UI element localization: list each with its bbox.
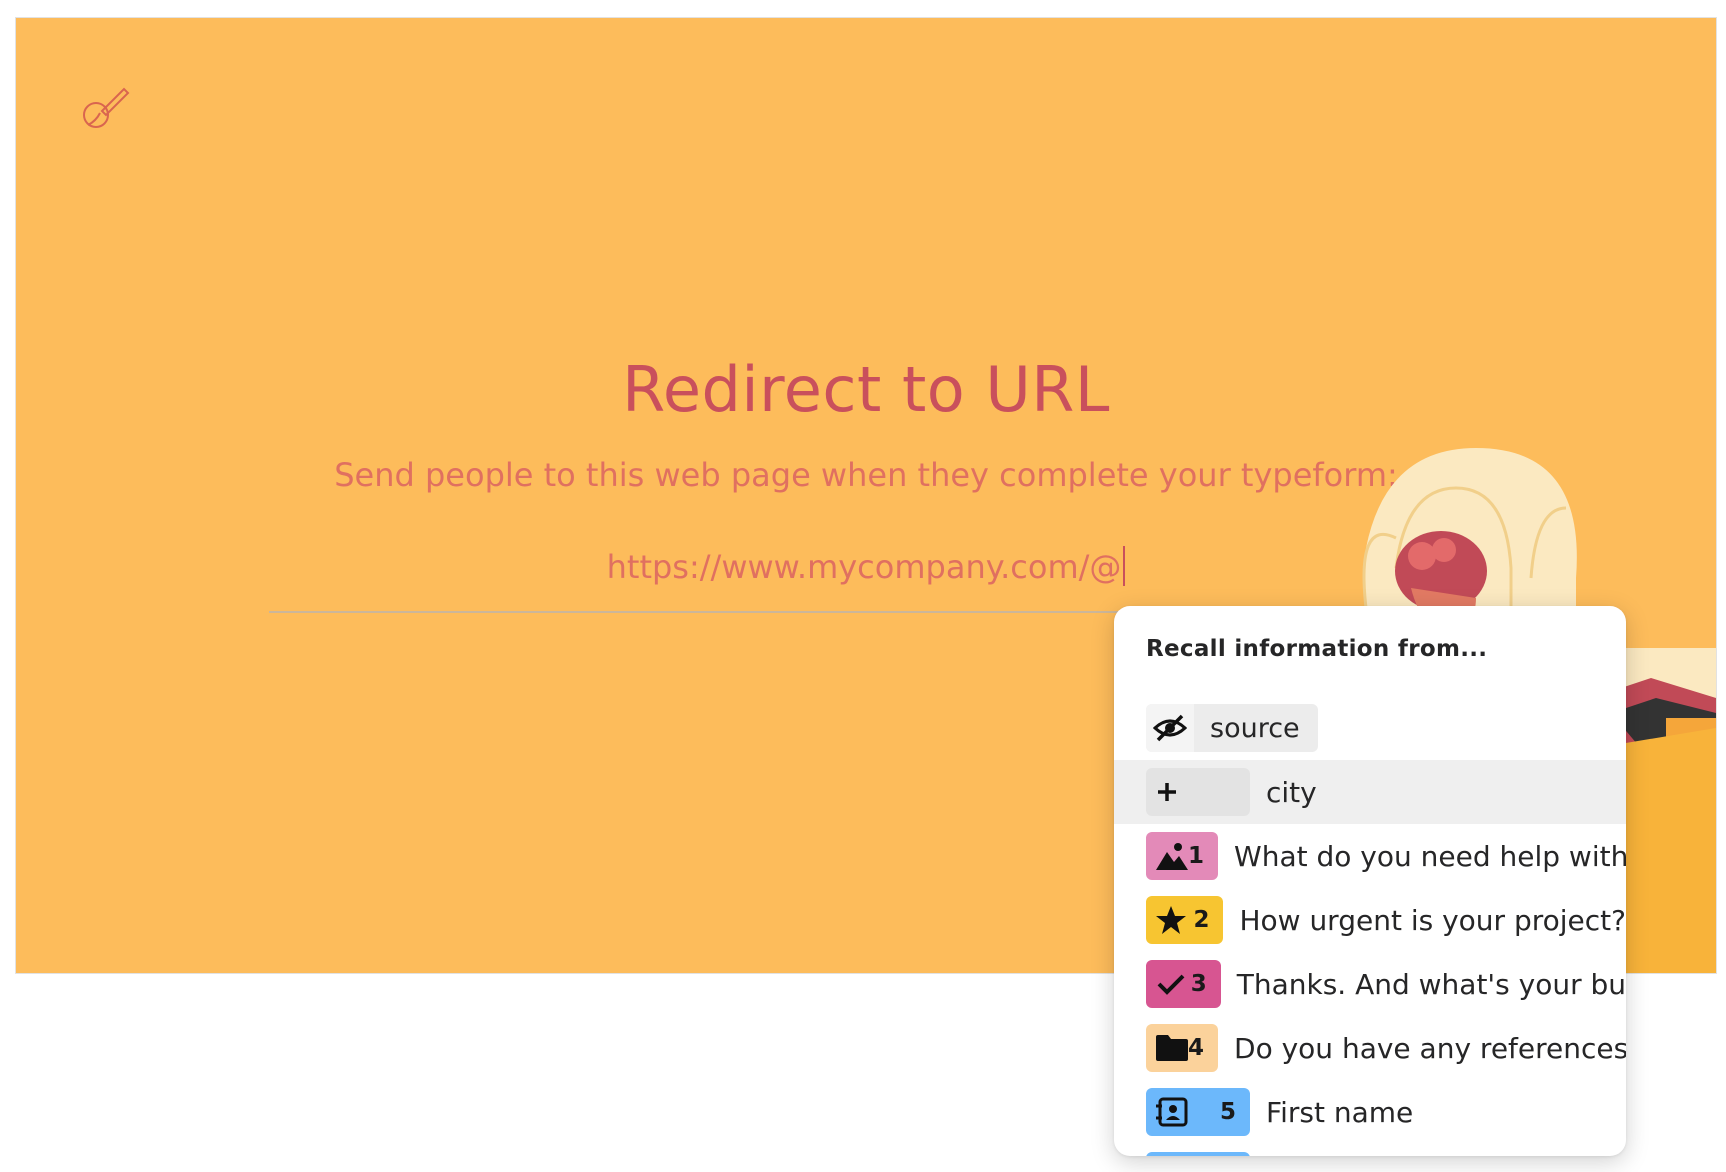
option-label: city xyxy=(1266,775,1317,809)
option-number: 2 xyxy=(1193,907,1210,933)
recall-option-question-5[interactable]: 5 First name xyxy=(1114,1080,1626,1144)
recall-option-question-3[interactable]: 3 Thanks. And what's your bu xyxy=(1114,952,1626,1016)
eye-slash-icon xyxy=(1146,704,1194,752)
recall-dropdown: Recall information from... source city 1… xyxy=(1114,606,1626,1156)
option-badge: 5 xyxy=(1146,1088,1250,1136)
recall-option-source[interactable]: source xyxy=(1114,696,1626,760)
option-badge xyxy=(1146,768,1250,816)
recall-option-city[interactable]: city xyxy=(1114,760,1626,824)
plus-icon xyxy=(1156,781,1178,803)
option-label: Do you have any references xyxy=(1234,1031,1626,1065)
dropdown-header: Recall information from... xyxy=(1146,636,1488,662)
option-badge: 1 xyxy=(1146,832,1219,880)
option-badge: 4 xyxy=(1146,1024,1219,1072)
option-label: What do you need help with xyxy=(1234,839,1626,873)
url-value: https://www.mycompany.com/@ xyxy=(606,548,1122,586)
recall-options-list: source city 1 What do you need help with xyxy=(1114,696,1626,1156)
recall-option-question-2[interactable]: 2 How urgent is your project? xyxy=(1114,888,1626,952)
source-pill: source xyxy=(1146,704,1318,752)
option-number: 3 xyxy=(1190,971,1207,997)
option-label: Thanks. And what's your bu xyxy=(1236,967,1626,1001)
recall-option-question-1[interactable]: 1 What do you need help with xyxy=(1114,824,1626,888)
option-badge: 3 xyxy=(1146,960,1221,1008)
image-icon xyxy=(1156,842,1188,870)
option-number: 1 xyxy=(1188,843,1205,869)
option-badge xyxy=(1146,1152,1250,1156)
folder-icon xyxy=(1156,1035,1188,1061)
page-title: Redirect to URL xyxy=(622,353,1110,426)
recall-option-question-4[interactable]: 4 Do you have any references xyxy=(1114,1016,1626,1080)
redirect-url-input[interactable]: https://www.mycompany.com/@ xyxy=(266,546,1466,586)
option-number: 4 xyxy=(1188,1035,1205,1061)
brush-logo-icon xyxy=(78,81,130,131)
option-badge: 2 xyxy=(1146,896,1224,944)
option-label: How urgent is your project? xyxy=(1239,903,1626,937)
option-number: 5 xyxy=(1219,1099,1236,1125)
contact-card-icon xyxy=(1156,1097,1188,1127)
text-caret xyxy=(1123,546,1126,586)
star-icon xyxy=(1156,906,1186,934)
recall-option-question-6[interactable] xyxy=(1114,1144,1626,1156)
option-label: First name xyxy=(1266,1095,1414,1129)
option-label: source xyxy=(1210,712,1300,744)
check-icon xyxy=(1156,972,1186,996)
